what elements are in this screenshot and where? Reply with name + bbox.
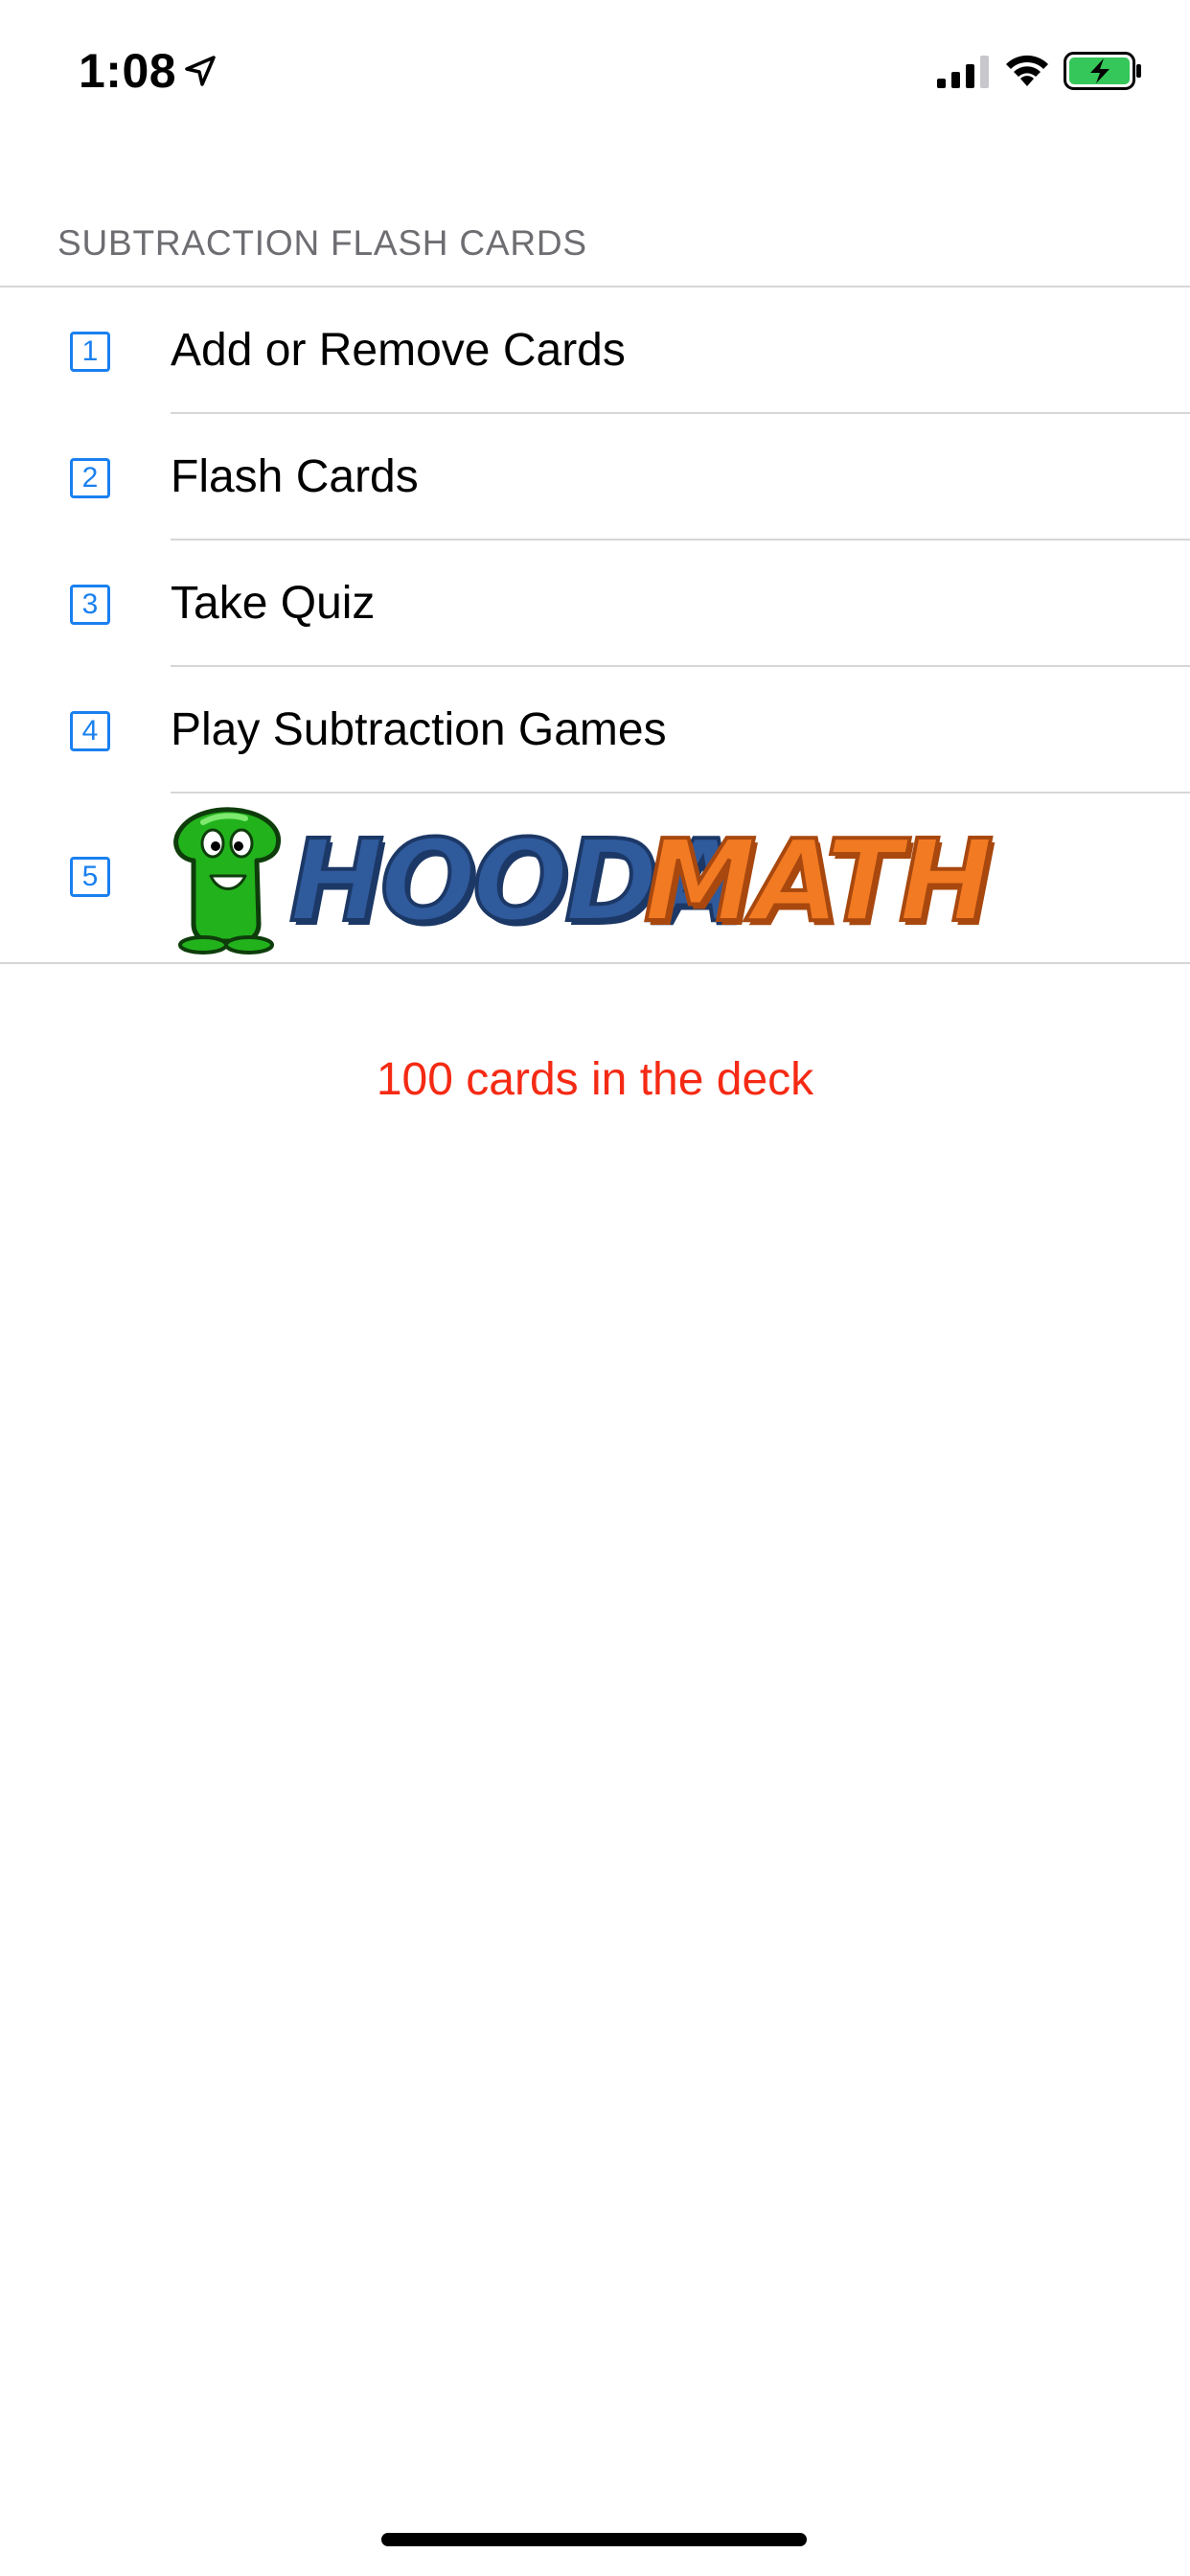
number-4-icon: 4: [70, 711, 110, 751]
number-2-icon: 2: [70, 458, 110, 498]
battery-charging-icon: [1064, 52, 1141, 90]
menu-item-hooda-math[interactable]: 5 HOODA MATH: [0, 794, 1190, 962]
menu-item-label: Flash Cards: [171, 451, 419, 502]
menu-item-add-remove-cards[interactable]: 1 Add or Remove Cards: [0, 288, 1190, 414]
location-arrow-icon: [185, 56, 216, 86]
number-1-icon: 1: [70, 332, 110, 372]
hooda-mascot-icon: [173, 807, 282, 954]
menu-item-label: Take Quiz: [171, 578, 376, 629]
status-bar: 1:08: [0, 0, 1190, 134]
menu-list: 1 Add or Remove Cards 2 Flash Cards 3 Ta…: [0, 286, 1190, 964]
menu-item-label: Add or Remove Cards: [171, 325, 626, 376]
number-5-icon: 5: [70, 857, 110, 897]
hooda-math-logo: HOODA MATH: [165, 801, 995, 954]
menu-item-play-subtraction-games[interactable]: 4 Play Subtraction Games: [0, 667, 1190, 794]
deck-count-status: 100 cards in the deck: [376, 1054, 814, 1105]
menu-item-flash-cards[interactable]: 2 Flash Cards: [0, 414, 1190, 540]
number-3-icon: 3: [70, 585, 110, 625]
cellular-signal-icon: [937, 56, 989, 88]
wifi-icon: [1006, 55, 1048, 86]
menu-item-label: Play Subtraction Games: [171, 704, 667, 755]
home-indicator[interactable]: [381, 2533, 807, 2546]
section-header: SUBTRACTION FLASH CARDS: [57, 223, 587, 263]
menu-item-take-quiz[interactable]: 3 Take Quiz: [0, 540, 1190, 667]
status-time: 1:08: [79, 44, 177, 98]
logo-text-math: MATH: [642, 815, 995, 947]
